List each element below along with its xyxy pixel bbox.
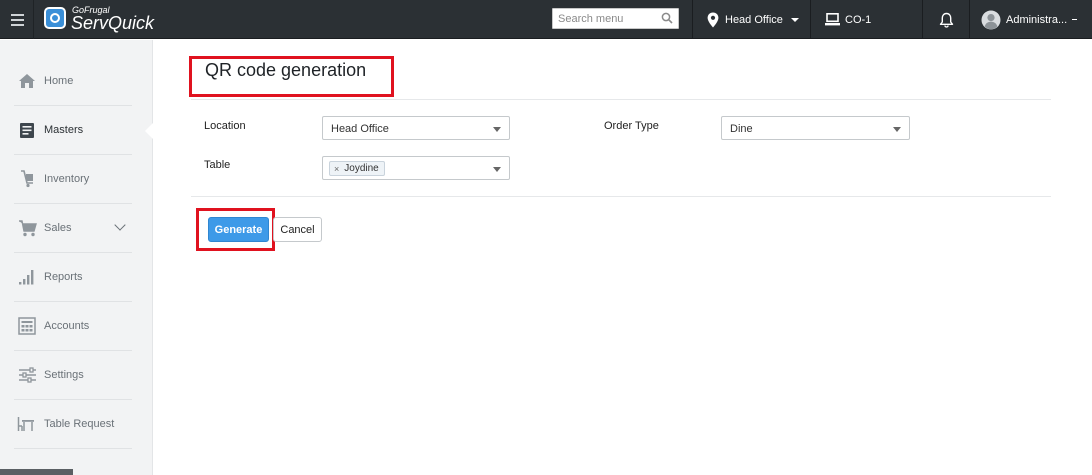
sidebar-item-inventory[interactable]: Inventory bbox=[14, 155, 132, 204]
remove-tag-icon[interactable]: × bbox=[334, 164, 339, 174]
sidebar-item-reports[interactable]: Reports bbox=[14, 253, 132, 302]
caret-down-icon bbox=[790, 17, 799, 22]
location-select[interactable]: Head Office bbox=[322, 116, 510, 140]
table-multiselect[interactable]: × Joydine bbox=[322, 156, 510, 180]
search-icon[interactable] bbox=[661, 12, 673, 24]
sidebar-item-masters[interactable]: Masters bbox=[14, 106, 132, 155]
counter-selector[interactable]: CO-1 bbox=[825, 0, 871, 39]
sliders-icon bbox=[16, 364, 38, 386]
sidebar-item-label: Home bbox=[44, 75, 74, 87]
map-pin-icon bbox=[707, 12, 719, 27]
avatar-icon bbox=[981, 10, 1001, 29]
caret-down-icon bbox=[493, 127, 501, 132]
order-type-select[interactable]: Dine bbox=[721, 116, 910, 140]
sidebar-item-sales[interactable]: Sales bbox=[14, 204, 132, 253]
title-divider bbox=[191, 99, 1051, 100]
table-label: Table bbox=[204, 159, 231, 171]
masters-icon bbox=[16, 119, 38, 141]
sidebar-scroll-indicator bbox=[0, 469, 73, 475]
caret-down-icon bbox=[493, 167, 501, 172]
generate-button[interactable]: Generate bbox=[208, 217, 269, 242]
notifications-button[interactable] bbox=[939, 0, 954, 39]
caret-down-icon bbox=[1072, 19, 1078, 20]
sidebar-item-label: Settings bbox=[44, 369, 84, 381]
hamburger-menu-icon[interactable] bbox=[0, 0, 34, 39]
brand-product: ServQuick bbox=[71, 13, 155, 33]
cart-icon bbox=[16, 217, 38, 239]
sidebar-item-label: Inventory bbox=[44, 173, 90, 185]
user-name: Administra... bbox=[1006, 13, 1068, 26]
table-tag-label: Joydine bbox=[344, 163, 379, 174]
sidebar: Home Masters Inventory Sales Reports Acc… bbox=[0, 40, 153, 475]
servquick-logo-icon bbox=[44, 7, 66, 29]
table-tag: × Joydine bbox=[329, 161, 385, 176]
home-icon bbox=[16, 70, 38, 92]
caret-down-icon bbox=[893, 127, 901, 132]
chevron-down-icon bbox=[114, 219, 126, 231]
order-type-label: Order Type bbox=[604, 120, 659, 132]
location-label: Head Office bbox=[725, 13, 783, 26]
page-title: QR code generation bbox=[205, 60, 367, 80]
search-menu[interactable] bbox=[552, 8, 679, 29]
active-item-pointer bbox=[145, 122, 154, 140]
location-value: Head Office bbox=[331, 123, 389, 135]
sidebar-item-label: Reports bbox=[44, 271, 83, 283]
inventory-icon bbox=[16, 168, 38, 190]
order-type-value: Dine bbox=[730, 123, 753, 135]
sidebar-item-accounts[interactable]: Accounts bbox=[14, 302, 132, 351]
sidebar-item-home[interactable]: Home bbox=[14, 57, 132, 106]
table-icon bbox=[16, 413, 38, 435]
location-label: Location bbox=[204, 120, 246, 132]
counter-label: CO-1 bbox=[845, 13, 872, 26]
sidebar-item-label: Masters bbox=[44, 124, 84, 136]
sidebar-item-label: Sales bbox=[44, 222, 72, 234]
bar-chart-icon bbox=[16, 266, 38, 288]
bell-icon bbox=[939, 12, 954, 28]
sidebar-item-table-request[interactable]: Table Request bbox=[14, 400, 132, 449]
search-input[interactable] bbox=[553, 9, 657, 28]
top-bar: GoFrugal ServQuick Head Office CO-1 bbox=[0, 0, 1092, 39]
form-divider bbox=[191, 196, 1051, 197]
user-menu[interactable]: Administra... bbox=[981, 0, 1078, 39]
sidebar-item-settings[interactable]: Settings bbox=[14, 351, 132, 400]
location-selector[interactable]: Head Office bbox=[707, 0, 799, 39]
sidebar-item-label: Table Request bbox=[44, 418, 115, 430]
cancel-button[interactable]: Cancel bbox=[273, 217, 322, 242]
accounts-icon bbox=[16, 315, 38, 337]
sidebar-item-label: Accounts bbox=[44, 320, 90, 332]
computer-icon bbox=[825, 13, 840, 26]
